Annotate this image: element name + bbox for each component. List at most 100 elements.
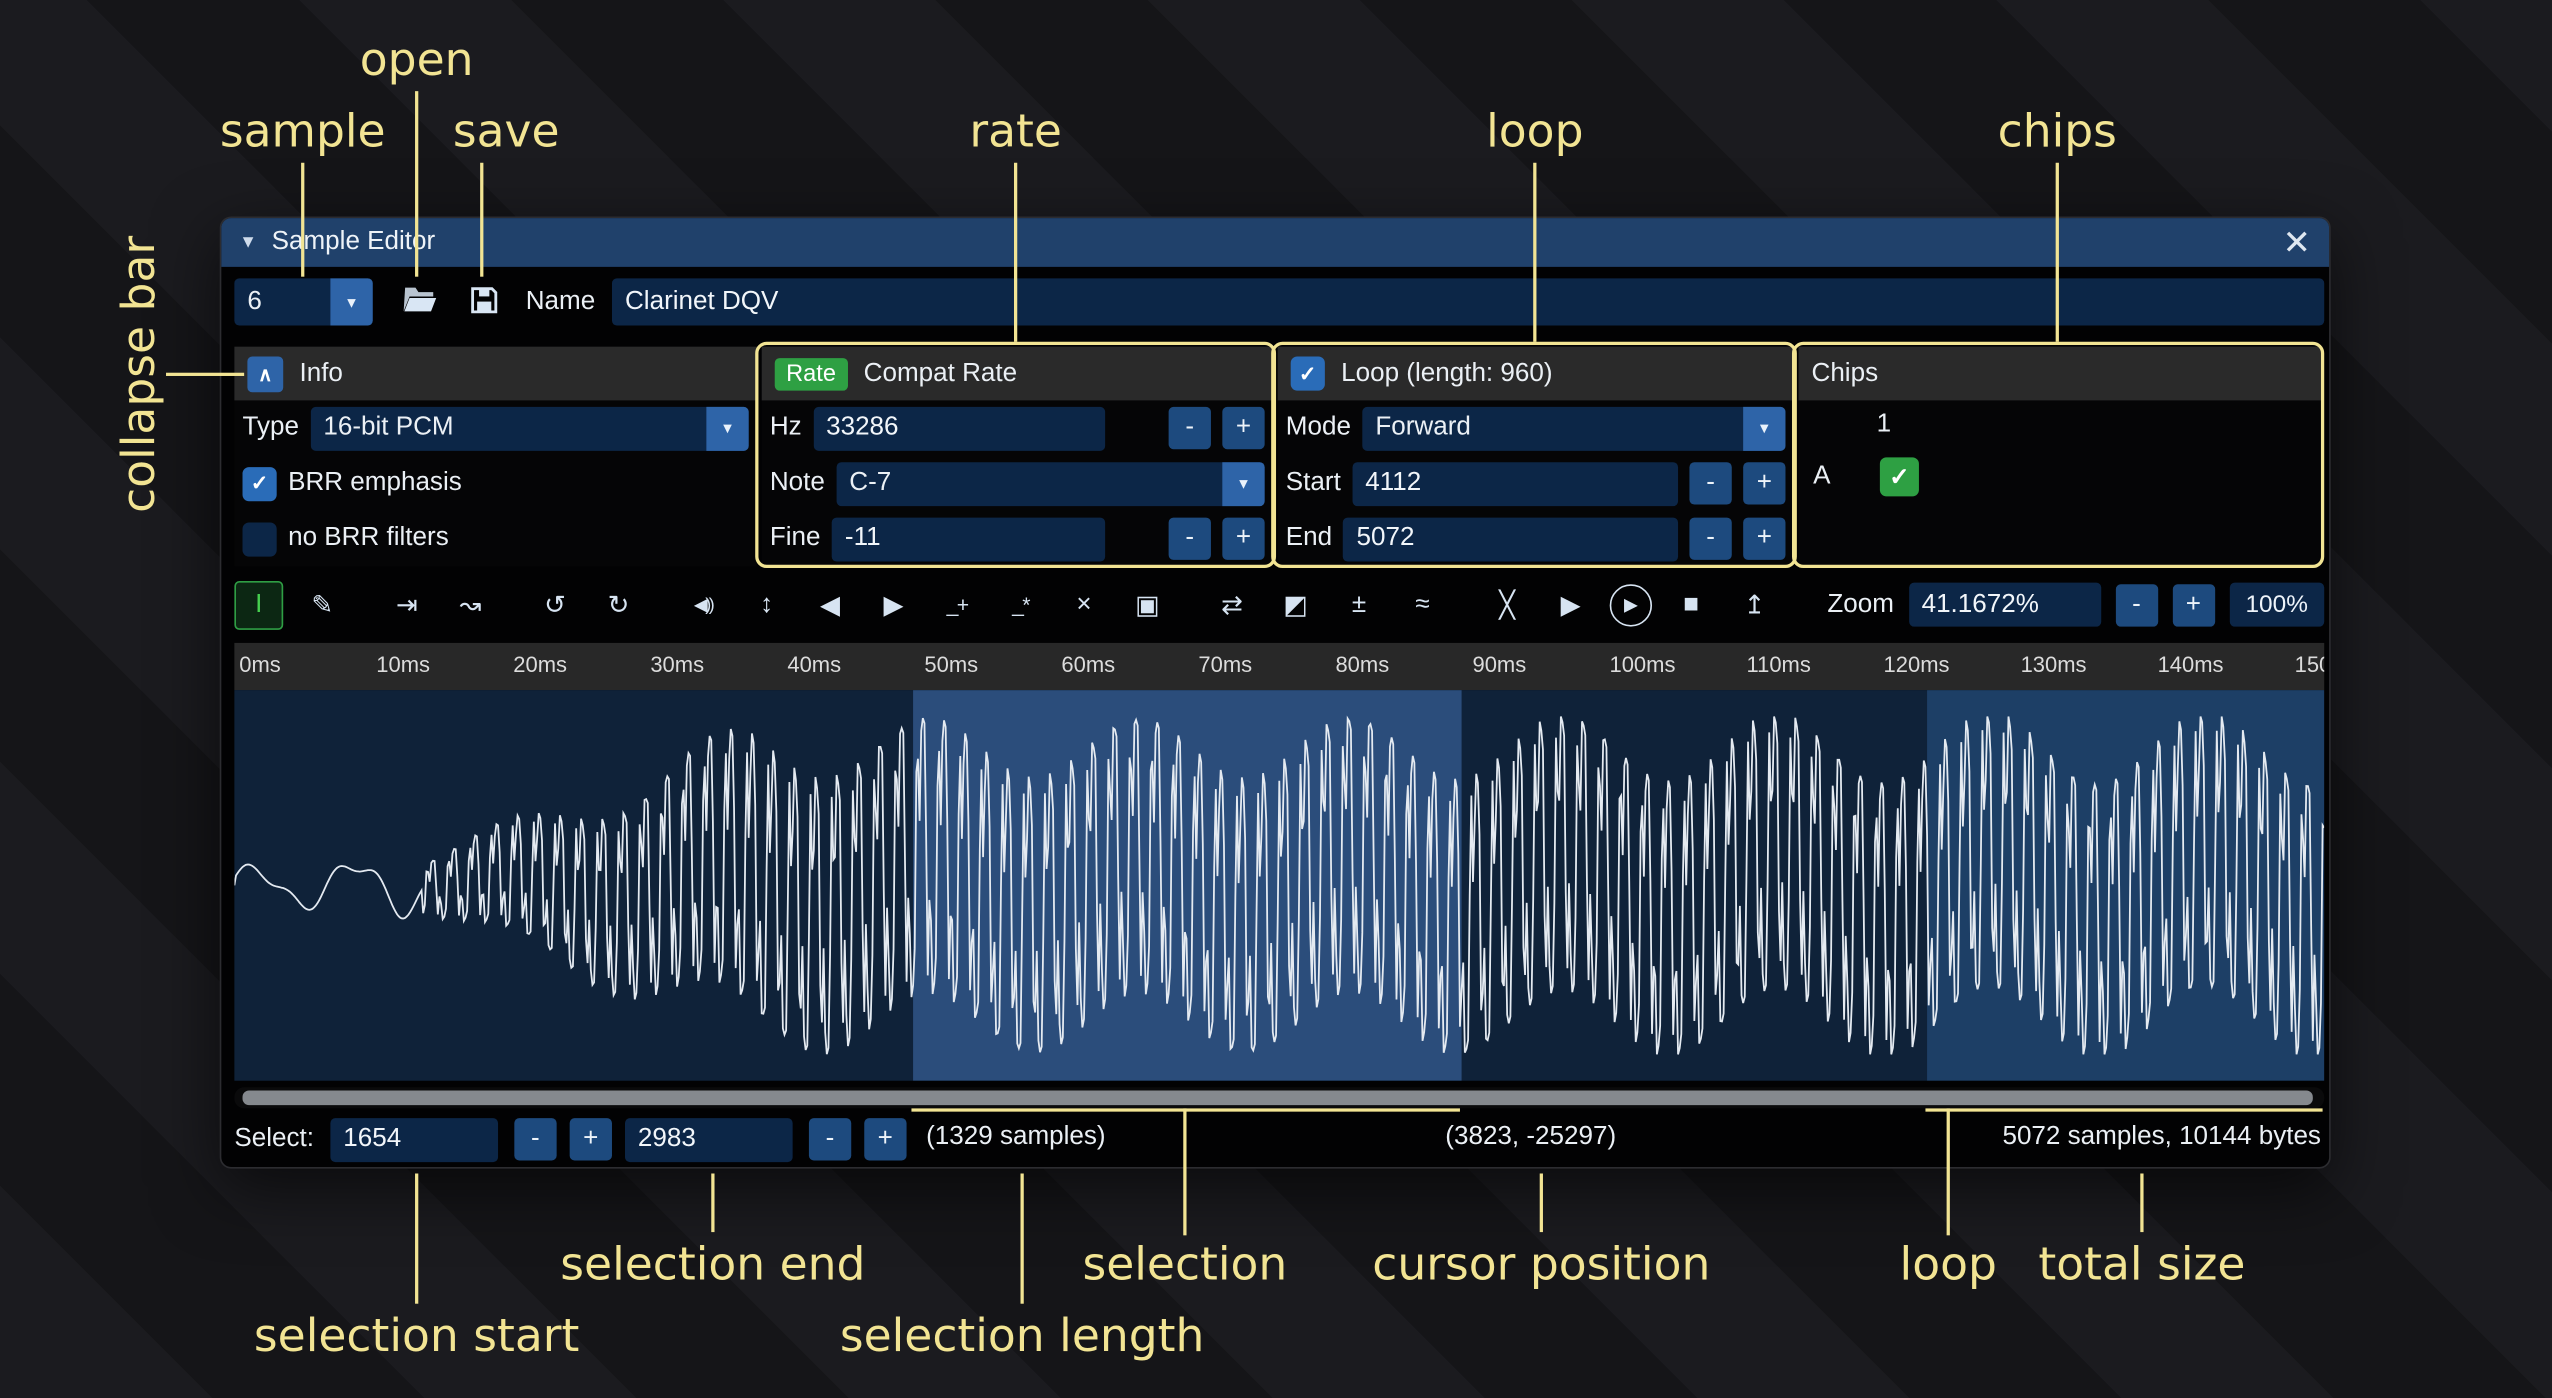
scrollbar-thumb[interactable]	[243, 1090, 2313, 1105]
annotation-chips: chips	[1998, 104, 2117, 158]
chip-enable-row: A ✓	[1798, 449, 2320, 504]
type-dropdown-arrow-icon[interactable]: ▼	[706, 406, 748, 450]
waveform-scrollbar[interactable]	[234, 1087, 2324, 1108]
select-tool-button[interactable]: I	[234, 580, 283, 629]
filter-button[interactable]: ≈	[1398, 580, 1447, 629]
zoom-reset-button[interactable]: 100%	[2229, 583, 2324, 627]
zoom-in-button[interactable]: +	[2172, 583, 2214, 625]
window-collapse-icon[interactable]: ▼	[239, 233, 257, 253]
collapse-bar-button[interactable]: ∧	[247, 356, 283, 392]
timeline-ruler: 0ms 10ms 20ms 30ms 40ms 50ms 60ms 70ms 8…	[234, 643, 2324, 690]
waveform-display[interactable]	[234, 690, 2324, 1081]
crossfade-loop-button[interactable]: ╳	[1483, 580, 1532, 629]
note-select[interactable]: C-7 ▼	[836, 461, 1264, 505]
timeline-tick: 100ms	[1605, 643, 1742, 690]
chips-panel-header: Chips	[1798, 347, 2320, 401]
annotation-save: save	[453, 104, 560, 158]
apply-silence-button[interactable]: _*	[996, 580, 1045, 629]
selection-start-input[interactable]: 1654	[330, 1117, 498, 1161]
chip-number-row: 1	[1798, 400, 2320, 449]
import-button[interactable]: ↥	[1730, 580, 1779, 629]
fine-row: Fine -11 - +	[762, 511, 1273, 566]
selection-start-increase-button[interactable]: +	[570, 1118, 612, 1160]
sign-convert-button[interactable]: ±	[1335, 580, 1384, 629]
reverse-button[interactable]: ⇄	[1208, 580, 1257, 629]
undo-button[interactable]: ↺	[531, 580, 580, 629]
selection-start-decrease-button[interactable]: -	[514, 1118, 556, 1160]
insert-silence-button[interactable]: _+	[933, 580, 982, 629]
annotation-loop-top: loop	[1486, 104, 1583, 158]
hz-input[interactable]: 33286	[813, 406, 1105, 450]
delete-button[interactable]: ×	[1060, 580, 1109, 629]
brr-emphasis-checkbox[interactable]: ✓	[243, 466, 277, 500]
hz-increase-button[interactable]: +	[1222, 407, 1264, 449]
timeline-tick: 30ms	[645, 643, 782, 690]
redo-button[interactable]: ↻	[594, 580, 643, 629]
sample-editor-window: ▼ Sample Editor ✕ 6 ▼	[220, 216, 2331, 1168]
brr-emphasis-row: ✓ BRR emphasis	[234, 456, 756, 511]
fade-in-button[interactable]: ◀	[806, 580, 855, 629]
annotation-total-size: total size	[2038, 1237, 2245, 1291]
loop-end-row: End 5072 - +	[1278, 511, 1794, 566]
zoom-input[interactable]: 41.1672%	[1909, 583, 2101, 627]
title-bar[interactable]: ▼ Sample Editor ✕	[221, 218, 2329, 267]
save-button[interactable]	[461, 278, 508, 325]
sample-selector[interactable]: 6 ▼	[234, 278, 372, 325]
no-brr-filters-checkbox[interactable]	[243, 522, 277, 556]
play-button[interactable]: ▶	[1610, 583, 1652, 625]
close-button[interactable]: ✕	[2283, 225, 2312, 259]
brr-emphasis-label: BRR emphasis	[288, 469, 462, 498]
save-floppy-icon	[469, 284, 500, 320]
timeline-tick: 140ms	[2153, 643, 2290, 690]
resample-button[interactable]: ↝	[446, 580, 495, 629]
draw-tool-button[interactable]: ✎	[298, 580, 347, 629]
fine-decrease-button[interactable]: -	[1169, 518, 1211, 560]
no-brr-filters-row: no BRR filters	[234, 511, 756, 566]
loop-mode-row: Mode Forward ▼	[1278, 400, 1794, 455]
no-brr-filters-label: no BRR filters	[288, 524, 449, 553]
loop-end-decrease-button[interactable]: -	[1689, 518, 1731, 560]
sample-dropdown-arrow-icon[interactable]: ▼	[330, 278, 372, 325]
info-panel-title: Info	[299, 359, 342, 388]
normalize-button[interactable]: ↕	[742, 580, 791, 629]
loop-enable-checkbox[interactable]: ✓	[1291, 356, 1325, 390]
annotation-loop-bottom: loop	[1900, 1237, 1997, 1291]
note-dropdown-arrow-icon[interactable]: ▼	[1222, 461, 1264, 505]
resize-button[interactable]: ⇥	[382, 580, 431, 629]
loop-start-increase-button[interactable]: +	[1743, 462, 1785, 504]
annotation-selection-end-line	[711, 1173, 714, 1232]
stop-button[interactable]: ■	[1667, 580, 1716, 629]
loop-start-input[interactable]: 4112	[1352, 461, 1678, 505]
chip-number: 1	[1877, 410, 1891, 439]
sample-name-input[interactable]: Clarinet DQV	[612, 278, 2324, 325]
hz-decrease-button[interactable]: -	[1169, 407, 1211, 449]
timeline-tick: 110ms	[1742, 643, 1879, 690]
invert-button[interactable]: ◩	[1271, 580, 1320, 629]
chip-a-checkbox[interactable]: ✓	[1880, 457, 1919, 496]
loop-mode-value: Forward	[1362, 406, 1743, 450]
preview-button[interactable]: ▶	[1546, 580, 1595, 629]
annotation-rate: rate	[969, 104, 1062, 158]
hz-row: Hz 33286 - +	[762, 400, 1273, 455]
zoom-out-button[interactable]: -	[2115, 583, 2157, 625]
loop-end-input[interactable]: 5072	[1344, 517, 1679, 561]
selection-end-input[interactable]: 2983	[625, 1117, 793, 1161]
amplify-button[interactable]: ◀))	[679, 580, 728, 629]
trim-button[interactable]: ▣	[1123, 580, 1172, 629]
loop-start-decrease-button[interactable]: -	[1689, 462, 1731, 504]
loop-panel: ✓ Loop (length: 960) Mode Forward ▼ Star…	[1278, 347, 1794, 567]
timeline-tick: 150ms	[2290, 643, 2324, 690]
selection-end-decrease-button[interactable]: -	[809, 1118, 851, 1160]
loop-end-increase-button[interactable]: +	[1743, 518, 1785, 560]
loop-mode-dropdown-arrow-icon[interactable]: ▼	[1743, 406, 1785, 450]
open-button[interactable]	[396, 278, 443, 325]
fine-input[interactable]: -11	[832, 517, 1105, 561]
fade-out-button[interactable]: ▶	[869, 580, 918, 629]
note-value: C-7	[836, 461, 1222, 505]
selection-end-increase-button[interactable]: +	[864, 1118, 906, 1160]
type-select[interactable]: 16-bit PCM ▼	[310, 406, 748, 450]
fine-increase-button[interactable]: +	[1222, 518, 1264, 560]
loop-mode-select[interactable]: Forward ▼	[1362, 406, 1785, 450]
waveform-plot	[234, 690, 2324, 1081]
loop-start-row: Start 4112 - +	[1278, 456, 1794, 511]
